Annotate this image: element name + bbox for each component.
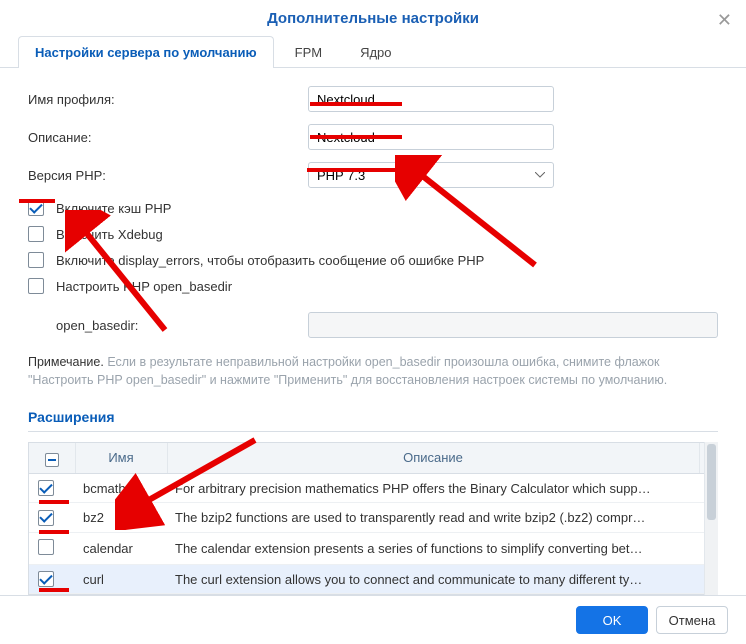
table-scrollbar[interactable] <box>704 442 718 595</box>
checkbox-ext-bcmath[interactable] <box>38 480 54 496</box>
description-label: Описание: <box>28 130 308 145</box>
annotation-underline <box>39 530 69 534</box>
annotation-underline <box>310 135 402 139</box>
dialog-title: Дополнительные настройки <box>267 10 479 27</box>
note-label: Примечание. <box>28 355 104 369</box>
open-basedir-note: Примечание. Если в результате неправильн… <box>28 354 718 389</box>
row-profile-name: Имя профиля: <box>28 86 718 112</box>
checkbox-enable-xdebug[interactable] <box>28 226 44 242</box>
cancel-button[interactable]: Отмена <box>656 606 728 634</box>
table-row[interactable]: calendar The calendar extension presents… <box>29 532 717 564</box>
profile-name-label: Имя профиля: <box>28 92 308 107</box>
open-basedir-input <box>308 312 718 338</box>
annotation-underline <box>310 102 402 106</box>
tab-fpm[interactable]: FPM <box>278 36 339 68</box>
annotation-arrow-icon <box>115 430 265 530</box>
checkbox-indeterminate-icon[interactable] <box>45 453 59 467</box>
dialog-footer: OK Отмена <box>0 595 746 644</box>
table-row[interactable]: curl The curl extension allows you to co… <box>29 564 717 594</box>
annotation-underline <box>19 199 55 203</box>
profile-name-input[interactable] <box>308 86 554 112</box>
checkbox-ext-calendar[interactable] <box>38 539 54 555</box>
annotation-arrow-icon <box>65 210 185 340</box>
ext-name: calendar <box>75 532 167 564</box>
checkbox-enable-display-errors[interactable] <box>28 252 44 268</box>
note-text: Если в результате неправильной настройки… <box>28 355 667 387</box>
close-icon[interactable]: ✕ <box>717 10 732 31</box>
annotation-arrow-icon <box>395 155 545 275</box>
dialog-header: Дополнительные настройки ✕ <box>0 0 746 35</box>
annotation-underline <box>307 168 399 172</box>
ext-name: curl <box>75 564 167 594</box>
ok-button[interactable]: OK <box>576 606 648 634</box>
tab-server-defaults[interactable]: Настройки сервера по умолчанию <box>18 36 274 68</box>
php-version-label: Версия PHP: <box>28 168 308 183</box>
extensions-title: Расширения <box>28 409 718 425</box>
row-php-version: Версия PHP: PHP 7.3 <box>28 162 718 188</box>
tab-core[interactable]: Ядро <box>343 36 408 68</box>
scrollbar-thumb[interactable] <box>707 444 716 520</box>
col-header-checkbox[interactable] <box>29 443 75 473</box>
ext-desc: The curl extension allows you to connect… <box>167 564 717 594</box>
annotation-underline <box>39 500 69 504</box>
tab-bar: Настройки сервера по умолчанию FPM Ядро <box>0 35 746 68</box>
ext-desc: The calendar extension presents a series… <box>167 532 717 564</box>
checkbox-ext-curl[interactable] <box>38 571 54 587</box>
checkbox-ext-bz2[interactable] <box>38 510 54 526</box>
checkbox-configure-open-basedir[interactable] <box>28 278 44 294</box>
annotation-underline <box>39 588 69 592</box>
